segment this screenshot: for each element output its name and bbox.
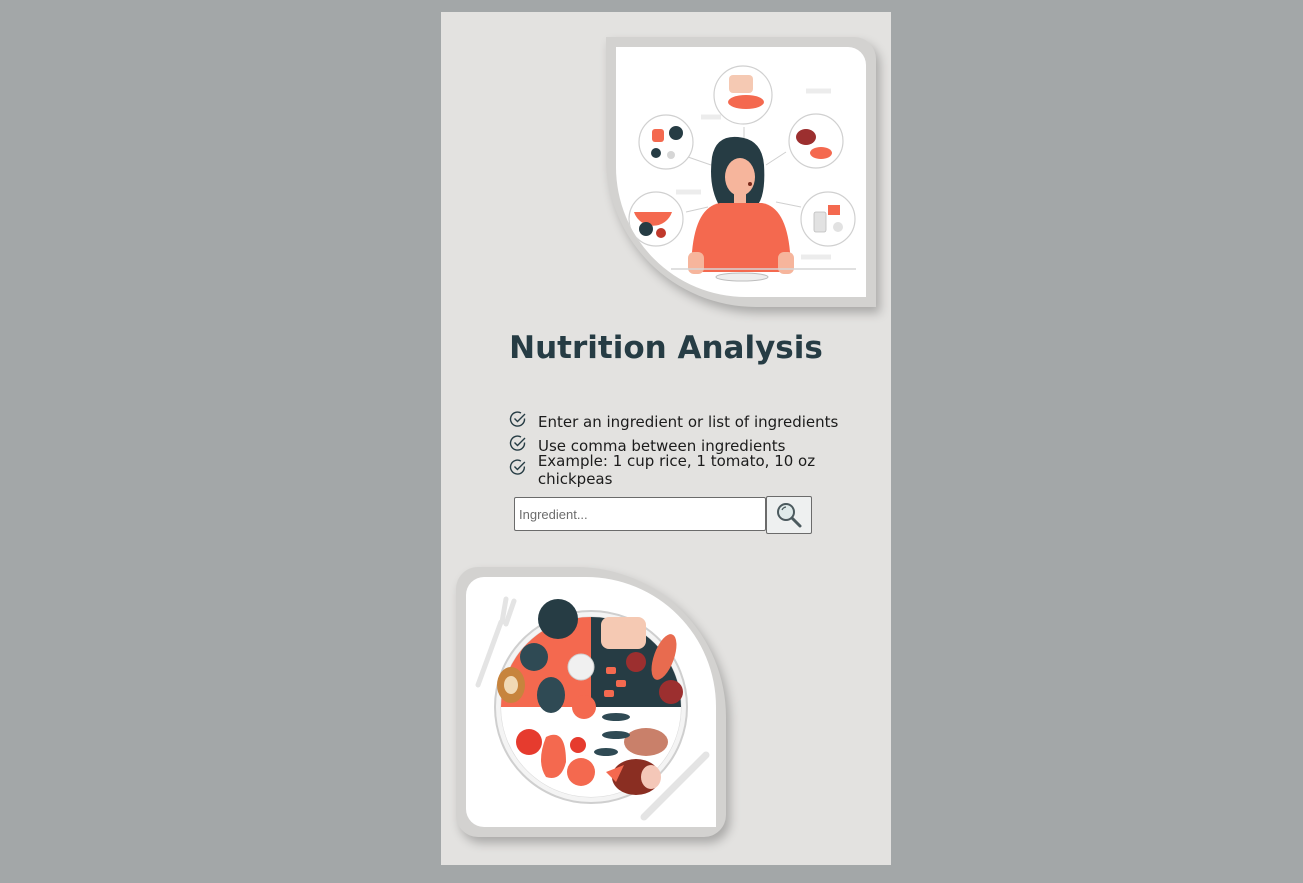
check-circle-icon [509, 459, 526, 475]
instruction-text: Enter an ingredient or list of ingredien… [538, 413, 839, 431]
search-bar [514, 496, 812, 534]
woman-food-illustration [616, 47, 866, 297]
page-title: Nutrition Analysis [509, 330, 823, 366]
check-circle-icon [509, 411, 526, 427]
ingredient-search-input[interactable] [514, 497, 766, 531]
top-illustration-frame [606, 37, 876, 307]
instruction-item: Example: 1 cup rice, 1 tomato, 10 oz chi… [509, 452, 891, 488]
instruction-item: Enter an ingredient or list of ingredien… [509, 410, 891, 434]
food-plate-illustration [466, 577, 716, 827]
bottom-illustration-frame [456, 567, 726, 837]
instruction-text: Example: 1 cup rice, 1 tomato, 10 oz chi… [537, 452, 816, 488]
content-panel: Nutrition Analysis Enter an ingredient o… [441, 12, 891, 865]
search-button[interactable] [766, 496, 812, 534]
search-icon [777, 503, 802, 528]
check-circle-icon [509, 435, 526, 451]
instruction-list: Enter an ingredient or list of ingredien… [509, 410, 891, 488]
